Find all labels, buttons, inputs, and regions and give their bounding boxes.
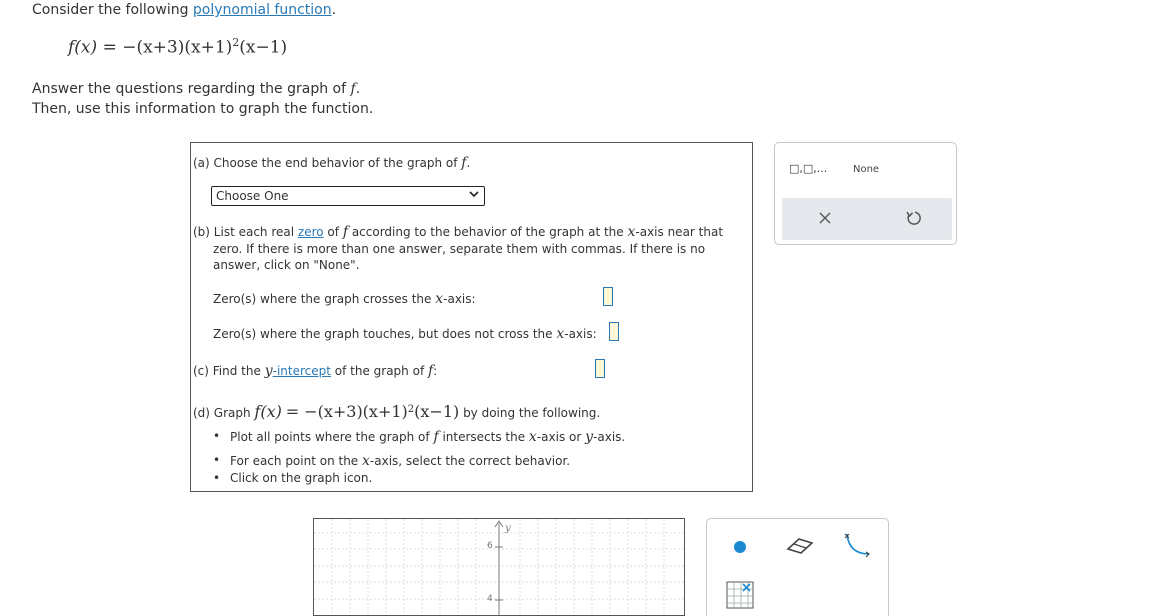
interval-list-button[interactable]: □,□,... xyxy=(789,162,827,175)
part-a-label: (a) Choose the end behavior of the graph… xyxy=(193,155,470,171)
polynomial-function-link[interactable]: polynomial function xyxy=(193,2,332,18)
part-d-prefix: (d) Graph xyxy=(193,406,255,420)
instruction-1-suffix: . xyxy=(355,81,361,97)
part-c-yvar: y xyxy=(264,363,273,379)
crosses-var: x xyxy=(435,291,444,307)
bullet-2-suffix: -axis, select the correct behavior. xyxy=(369,454,571,468)
formula-lhs: f(x) xyxy=(68,37,98,58)
graph-tools-palette xyxy=(706,518,889,616)
bullet-2-prefix: For each point on the xyxy=(230,454,363,468)
crosses-label: Zero(s) where the graph crosses the x-ax… xyxy=(213,291,476,307)
part-b-line2: zero. If there is more than one answer, … xyxy=(213,242,706,256)
bullet-2-var: x xyxy=(362,453,370,469)
y-tick-label-4: 4 xyxy=(487,594,493,604)
zero-link[interactable]: zero xyxy=(298,225,324,239)
part-c-mid: of the graph of xyxy=(330,364,428,378)
point-tool-icon[interactable] xyxy=(733,540,747,558)
part-b-suffix: -axis near that xyxy=(635,225,724,239)
part-d-label: (d) Graph f(x) = −(x+3)(x+1)2(x−1) by do… xyxy=(193,402,600,421)
intro-suffix: . xyxy=(331,2,337,18)
crosses-answer-input[interactable] xyxy=(603,287,613,306)
bullet-3: Click on the graph icon. xyxy=(230,471,373,485)
instruction-line-2: Then, use this information to graph the … xyxy=(32,101,374,117)
graph-canvas[interactable]: y 6 4 xyxy=(313,518,685,616)
touches-prefix: Zero(s) where the graph touches, but doe… xyxy=(213,327,557,341)
select-value: Choose One xyxy=(216,189,289,203)
crosses-suffix: -axis: xyxy=(443,292,476,306)
bullet-1-suffix: -axis. xyxy=(593,430,626,444)
instruction-line-1: Answer the questions regarding the graph… xyxy=(32,81,360,97)
y-intercept-link[interactable]: -intercept xyxy=(273,364,331,378)
touches-label: Zero(s) where the graph touches, but doe… xyxy=(213,326,597,342)
bullet-1: Plot all points where the graph of f int… xyxy=(230,429,625,445)
formula-tail: (x−1) xyxy=(239,37,288,58)
part-d-rhs: = −(x+3)(x+1) xyxy=(285,402,408,421)
part-a-suffix: . xyxy=(466,156,471,170)
bullet-1-prefix: Plot all points where the graph of xyxy=(230,430,434,444)
tools-action-row xyxy=(782,198,952,240)
part-d-tail: (x−1) xyxy=(414,402,460,421)
intro-text: Consider the following polynomial functi… xyxy=(32,2,336,18)
intro-prefix: Consider the following xyxy=(32,2,193,18)
eraser-icon[interactable] xyxy=(785,536,815,560)
part-c-label: (c) Find the y-intercept of the graph of… xyxy=(193,363,437,379)
touches-suffix: -axis: xyxy=(564,327,597,341)
y-intercept-answer-input[interactable] xyxy=(595,359,605,378)
question-box: (a) Choose the end behavior of the graph… xyxy=(190,142,753,492)
graph-grid xyxy=(314,519,684,615)
chevron-down-icon xyxy=(469,188,479,201)
undo-icon[interactable] xyxy=(904,209,922,231)
bullet-dot-2: • xyxy=(213,453,221,467)
part-d-lhs: f(x) xyxy=(254,402,282,421)
part-b-label: (b) List each real zero of f according t… xyxy=(193,224,723,240)
part-b-mid2: according to the behavior of the graph a… xyxy=(348,225,628,239)
bullet-1-v1: x xyxy=(528,429,537,445)
y-tick-label-6: 6 xyxy=(487,541,493,551)
clear-x-icon[interactable] xyxy=(818,211,832,229)
bullet-2: For each point on the x-axis, select the… xyxy=(230,453,570,469)
bullet-1-mid2: -axis or xyxy=(536,430,586,444)
bullet-dot-3: • xyxy=(213,471,221,485)
part-c-prefix: (c) Find the xyxy=(193,364,265,378)
part-b-prefix: (b) List each real xyxy=(193,225,298,239)
bullet-1-v2: y xyxy=(585,429,594,445)
bullet-dot-1: • xyxy=(213,429,221,443)
part-c-suffix: : xyxy=(433,364,438,378)
curve-behavior-tool-icon[interactable] xyxy=(843,532,873,566)
crosses-prefix: Zero(s) where the graph crosses the xyxy=(213,292,436,306)
function-formula: f(x) = −(x+3)(x+1)2(x−1) xyxy=(68,36,287,58)
y-axis-label: y xyxy=(505,523,511,534)
part-b-line3: answer, click on "None". xyxy=(213,258,360,272)
part-b-mid1: of xyxy=(323,225,343,239)
bullet-1-mid: intersects the xyxy=(438,430,529,444)
graph-grid-icon[interactable] xyxy=(725,580,755,614)
formula-rhs: = −(x+3)(x+1) xyxy=(102,37,233,58)
touches-answer-input[interactable] xyxy=(609,322,619,341)
part-d-suffix: by doing the following. xyxy=(459,406,601,420)
part-a-prefix: (a) Choose the end behavior of the graph… xyxy=(193,156,462,170)
instruction-1-prefix: Answer the questions regarding the graph… xyxy=(32,81,351,97)
answer-tools-palette: □,□,... None xyxy=(774,142,957,245)
none-button[interactable]: None xyxy=(853,164,879,175)
end-behavior-select[interactable]: Choose One xyxy=(211,186,485,206)
